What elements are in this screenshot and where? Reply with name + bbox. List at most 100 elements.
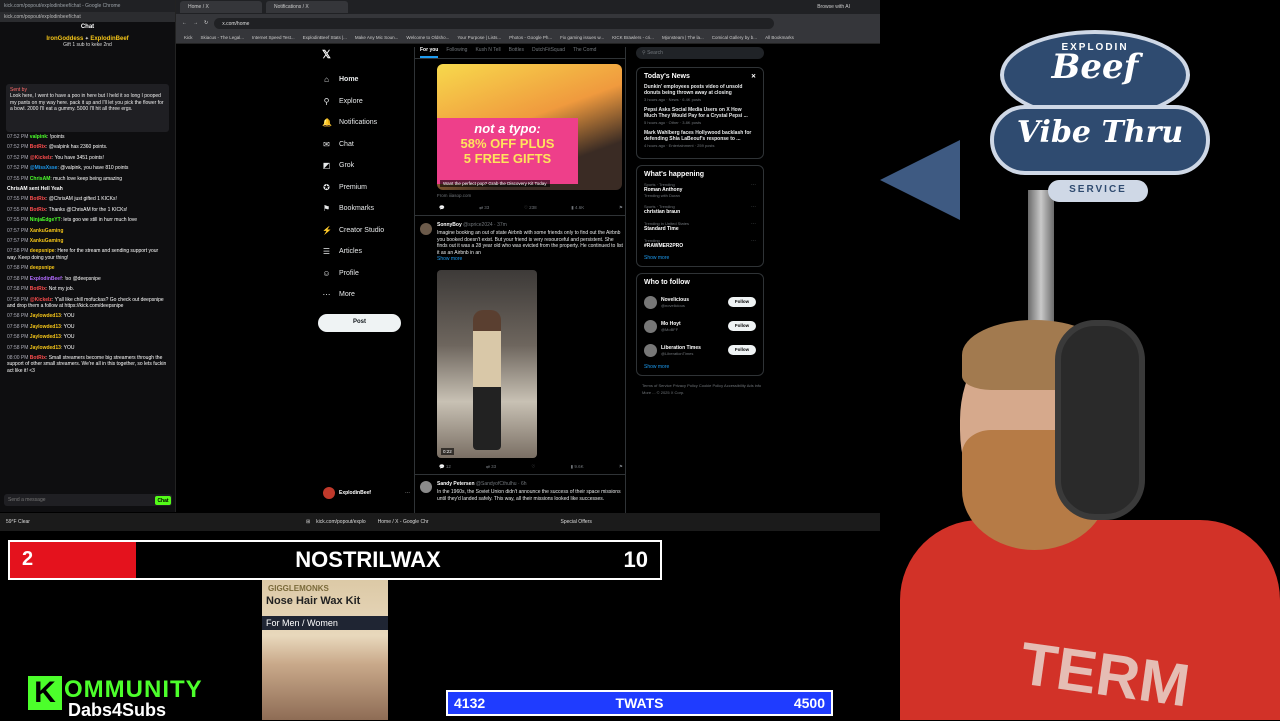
chat-message[interactable]: 07:55 PM ChrisAM: much love keep being a… — [7, 176, 168, 182]
nav-item-chat[interactable]: ✉ Chat — [318, 134, 418, 156]
x-logo-icon[interactable]: 𝕏 — [322, 48, 418, 61]
bookmark-item[interactable]: Make Any Mic Soun... — [355, 35, 399, 40]
follow-suggestion[interactable]: Liberation Times @LiberationTimes Follow — [644, 338, 756, 362]
chat-message[interactable]: 07:58 PM ExplodinBeef: !so @deepsnipe — [7, 276, 168, 282]
ad-source[interactable]: From iiiasop.com — [437, 193, 471, 198]
feed-tab[interactable]: Kush N Tell — [475, 47, 500, 58]
nav-item-home[interactable]: ⌂ Home — [318, 69, 418, 91]
taskbar-item-kick[interactable]: kick.com/popout/explo — [310, 519, 371, 525]
chat-message[interactable]: 07:55 PM BotRix: @ChrisAM just gifted 1 … — [7, 196, 168, 202]
chat-username[interactable]: Jaylowded13 — [30, 313, 61, 319]
chat-message[interactable]: 07:52 PM valpink: !points — [7, 134, 168, 140]
chat-username[interactable]: @Kickelz — [30, 297, 52, 303]
nav-item-more[interactable]: ⋯ More — [318, 284, 418, 306]
chat-username[interactable]: deepsnipe — [30, 248, 55, 254]
bookmark-item[interactable]: KICK Brawlers - cri... — [612, 35, 654, 40]
chat-username[interactable]: NinjaEdgeYT — [30, 217, 61, 223]
chat-message[interactable]: ChrisAM sent Hell Yeah — [7, 186, 168, 192]
tweet-avatar[interactable] — [420, 223, 432, 235]
pinned-message[interactable]: Sent by Look here, I went to have a poo … — [6, 84, 169, 132]
show-more-link[interactable]: Show more — [437, 256, 623, 263]
chat-url-bar[interactable]: kick.com/popout/explodinbeef/chat — [0, 12, 175, 22]
bookmark-item[interactable]: Welcome to Oldsho... — [406, 35, 449, 40]
tab-notifications-x[interactable]: Notifications / X — [266, 1, 348, 13]
news-item[interactable]: Mark Wahlberg faces Hollywood backlash f… — [644, 130, 756, 148]
chat-username[interactable]: ChrisAM — [30, 176, 51, 182]
chat-message[interactable]: 07:57 PM XankuGaming — [7, 228, 168, 234]
nav-item-premium[interactable]: ✪ Premium — [318, 177, 418, 199]
nav-item-grok[interactable]: ◩ Grok — [318, 155, 418, 177]
tweet-author[interactable]: Sandy Petersen — [437, 481, 475, 487]
tab-home-x[interactable]: Home / X — [180, 1, 262, 13]
nav-item-profile[interactable]: ☺ Profile — [318, 263, 418, 285]
account-switcher[interactable]: ExplodinBeef ⋯ — [323, 487, 410, 499]
feed-tab[interactable]: DutchFitSquad — [532, 47, 565, 58]
chat-username[interactable]: @MissXsse — [30, 165, 58, 171]
forward-icon[interactable]: → — [193, 20, 198, 26]
feed-tab[interactable]: For you — [420, 47, 439, 58]
chat-message[interactable]: 07:58 PM BotRix: Not my job. — [7, 286, 168, 292]
chat-username[interactable]: XankuGaming — [30, 228, 64, 234]
chat-message[interactable]: 07:57 PM XankuGaming — [7, 238, 168, 244]
bookmark-item[interactable]: Internet Speed Test... — [252, 35, 295, 40]
bookmark-icon[interactable]: ⚑ — [619, 205, 623, 211]
views-count[interactable]: ▮ 4.6K — [571, 205, 584, 211]
repost-count[interactable]: ⇄ 33 — [479, 205, 489, 211]
news-item[interactable]: Dunkin' employees posts video of unsold … — [644, 84, 756, 102]
views-count[interactable]: ▮ 9.6K — [571, 464, 584, 470]
avatar[interactable] — [644, 319, 657, 333]
chat-message[interactable]: 07:58 PM Jaylowded13: YOU — [7, 324, 168, 330]
back-icon[interactable]: ← — [182, 20, 187, 26]
more-icon[interactable]: ⋯ — [751, 182, 756, 188]
show-more-follow[interactable]: Show more — [644, 364, 756, 370]
chat-message[interactable]: 07:52 PM @MissXsse: @valpink, you have 8… — [7, 165, 168, 171]
nav-item-explore[interactable]: ⚲ Explore — [318, 91, 418, 113]
like-count[interactable]: ♡ 238 — [524, 205, 537, 211]
follow-suggestion[interactable]: Mo Hoyt @MoBFF Follow — [644, 314, 756, 338]
address-bar[interactable]: x.com/home — [214, 17, 775, 29]
bookmark-item[interactable]: Your Purpose | Lists... — [457, 35, 501, 40]
x-footer[interactable]: Terms of Service Privacy Policy Cookie P… — [636, 382, 764, 396]
chat-username[interactable]: BotRix — [30, 286, 46, 292]
taskbar-item-offers[interactable]: Special Offers — [555, 519, 598, 525]
chat-username[interactable]: ChrisAM sent Hell Yeah — [7, 186, 63, 192]
more-icon[interactable]: ⋯ — [751, 238, 756, 244]
trend-item[interactable]: Sports · Trending christian braun ⋯ — [644, 204, 756, 215]
chat-message[interactable]: 07:58 PM Jaylowded13: YOU — [7, 345, 168, 351]
bookmark-item[interactable]: Skiacus - The Legal... — [201, 35, 244, 40]
avatar[interactable] — [644, 343, 657, 357]
promoted-ad-image[interactable]: not a typo: 58% OFF PLUS 5 FREE GIFTS Wa… — [437, 64, 622, 190]
chat-username[interactable]: Jaylowded13 — [30, 324, 61, 330]
trend-item[interactable]: Sports · Trending Roman Anthony Trending w… — [644, 182, 756, 198]
chat-message[interactable]: 07:55 PM BotRix: Thanks @ChrisAM for the… — [7, 207, 168, 213]
news-item[interactable]: Pepsi Asks Social Media Users on X How M… — [644, 107, 756, 125]
nav-item-notifications[interactable]: 🔔 Notifications — [318, 112, 418, 134]
chat-username[interactable]: BotRix — [30, 207, 46, 213]
taskbar-item-chrome[interactable]: Home / X - Google Chr — [372, 519, 435, 525]
chat-username[interactable]: valpink — [30, 134, 47, 140]
chat-username[interactable]: Jaylowded13 — [30, 334, 61, 340]
bookmark-item[interactable]: All Bookmarks — [765, 35, 794, 40]
repost-count[interactable]: ⇄ 33 — [486, 464, 496, 470]
nav-item-creator-studio[interactable]: ⚡ Creator Studio — [318, 220, 418, 242]
x-search-input[interactable]: ⚲ Search — [636, 47, 764, 59]
follow-button[interactable]: Follow — [728, 345, 756, 355]
chat-message[interactable]: 07:52 PM BotRix: @valpink has 2360 point… — [7, 144, 168, 150]
chat-username[interactable]: Jaylowded13 — [30, 345, 61, 351]
chat-message[interactable]: 08:00 PM BotRix: Small streamers become … — [7, 355, 168, 374]
follow-button[interactable]: Follow — [728, 321, 756, 331]
trend-item[interactable]: Trending #RAWMER2PRO ⋯ — [644, 238, 756, 249]
chat-message[interactable]: 07:55 PM NinjaEdgeYT: lets goo we still … — [7, 217, 168, 223]
bookmark-item[interactable]: Photos - Google Ph... — [509, 35, 552, 40]
avatar[interactable] — [644, 295, 657, 309]
nav-item-articles[interactable]: ☰ Articles — [318, 241, 418, 263]
tweet-avatar[interactable] — [420, 481, 432, 493]
weather-widget[interactable]: 59°F Clear — [0, 519, 36, 525]
reply-count[interactable]: 💬 12 — [439, 464, 451, 470]
chat-username[interactable]: BotRix — [30, 196, 46, 202]
chat-username[interactable]: BotRix — [30, 144, 46, 150]
chat-username[interactable]: XankuGaming — [30, 238, 64, 244]
bookmark-item[interactable]: Mjonsteam | The la... — [662, 35, 704, 40]
like-icon[interactable]: ♡ — [531, 464, 535, 470]
follow-suggestion[interactable]: Novelicious @novelicious Follow — [644, 290, 756, 314]
